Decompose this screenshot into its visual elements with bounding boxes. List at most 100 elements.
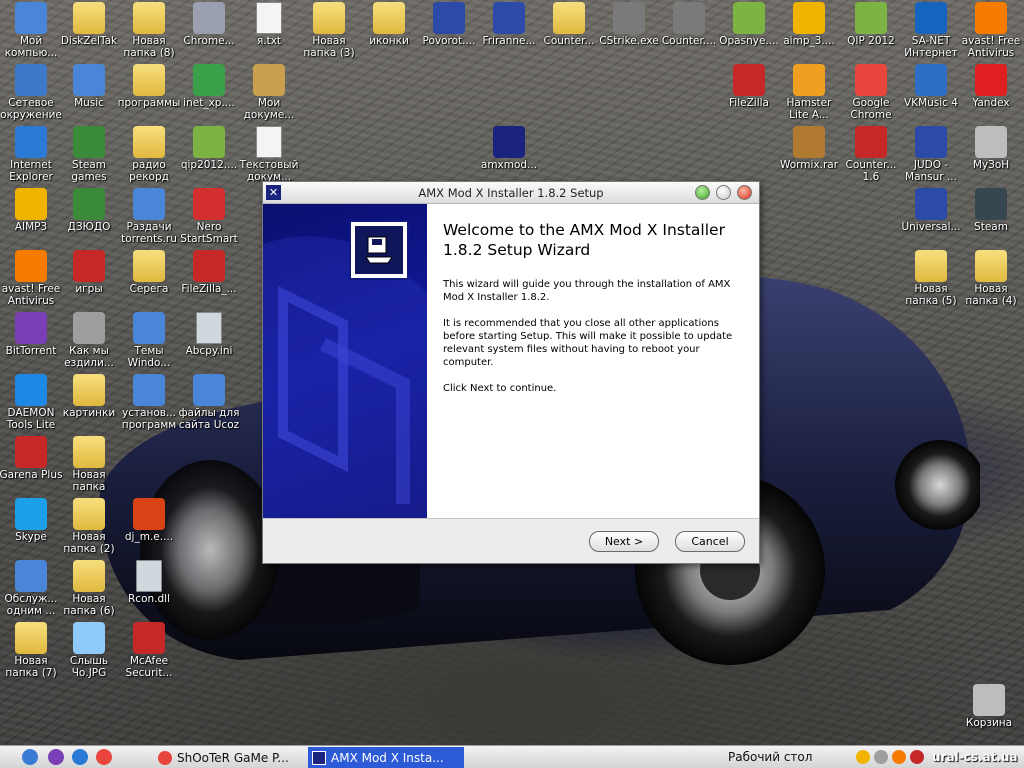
- desktop-icon[interactable]: Chrome...: [178, 2, 240, 64]
- close-button[interactable]: [737, 185, 752, 200]
- desktop-icon[interactable]: Текстовый докум...: [238, 126, 300, 188]
- desktop-icon[interactable]: иконки: [358, 2, 420, 64]
- desktop-icon-label: AIMP3: [14, 221, 48, 233]
- desktop-toolbar-label[interactable]: Рабочий стол: [728, 750, 812, 764]
- desktop-icon-label: ДЗЮДО: [67, 221, 111, 233]
- desktop-icon[interactable]: Steam: [960, 188, 1022, 250]
- desktop-icon[interactable]: файлы для сайта Ucoz: [178, 374, 240, 436]
- desktop-icon[interactable]: Темы Windo...: [118, 312, 180, 374]
- desktop-icon[interactable]: Новая папка (7): [0, 622, 62, 684]
- desktop-icon[interactable]: радио рекорд: [118, 126, 180, 188]
- desktop-icon[interactable]: Nero StartSmart: [178, 188, 240, 250]
- desktop-icon[interactable]: Povorot....: [418, 2, 480, 64]
- desktop-icon[interactable]: QIP 2012: [840, 2, 902, 64]
- desktop-icon[interactable]: Universal...: [900, 188, 962, 250]
- desktop-icon-label: Новая папка (8): [123, 35, 175, 59]
- desktop-icon[interactable]: DAEMON Tools Lite: [0, 374, 62, 436]
- minimize-button[interactable]: [695, 185, 710, 200]
- desktop-icon[interactable]: Новая папка (5): [900, 250, 962, 312]
- start-apple-icon[interactable]: [22, 749, 38, 765]
- desktop-icon[interactable]: Корзина: [958, 684, 1020, 746]
- desktop-icon[interactable]: DiskZelTak: [58, 2, 120, 64]
- desktop-icon-label: Frirannе...: [482, 35, 536, 47]
- task-shooter-game[interactable]: ShOoTeR GaMe P...: [154, 747, 302, 768]
- desktop-icon[interactable]: CStrike.exe: [598, 2, 660, 64]
- desktop-icon[interactable]: Garena Plus: [0, 436, 62, 498]
- desktop-icon[interactable]: VKMusic 4: [900, 64, 962, 126]
- desktop-icon[interactable]: Steam games: [58, 126, 120, 188]
- desktop-icon[interactable]: Skype: [0, 498, 62, 560]
- tray-avast-icon[interactable]: [892, 750, 906, 764]
- desktop-icon[interactable]: установ... программ: [118, 374, 180, 436]
- desktop-icon[interactable]: BitTorrent: [0, 312, 62, 374]
- desktop-icon[interactable]: Новая папка (2): [58, 498, 120, 560]
- desktop-icon[interactable]: qip2012....: [178, 126, 240, 188]
- desktop-icon[interactable]: Новая папка (3): [298, 2, 360, 64]
- network-icon: [15, 64, 47, 96]
- desktop-icon[interactable]: игры: [58, 250, 120, 312]
- torrent-site-icon: [133, 188, 165, 220]
- tray-users-icon[interactable]: [856, 750, 870, 764]
- desktop-icon[interactable]: Google Chrome: [840, 64, 902, 126]
- desktop-icon[interactable]: FileZilla_...: [178, 250, 240, 312]
- desktop-icon[interactable]: FileZilla: [718, 64, 780, 126]
- desktop-icon[interactable]: Yandex: [960, 64, 1022, 126]
- desktop-icon[interactable]: inet_xp....: [178, 64, 240, 126]
- desktop-icon[interactable]: Обслуж... одним ...: [0, 560, 62, 622]
- mkv-video-icon: [733, 2, 765, 34]
- desktop-icon[interactable]: Мой компью...: [0, 2, 62, 64]
- desktop-icon[interactable]: Hamster Lite A...: [778, 64, 840, 126]
- desktop-icon[interactable]: Frirannе...: [478, 2, 540, 64]
- counter-strike-icon: [673, 2, 705, 34]
- desktop-icon[interactable]: Counter....: [658, 2, 720, 64]
- desktop-icon[interactable]: Слышь Чо.JPG: [58, 622, 120, 684]
- desktop-icon[interactable]: Opasnye....: [718, 2, 780, 64]
- desktop-icon[interactable]: amxmod...: [478, 126, 540, 188]
- desktop-icon[interactable]: aimp_3....: [778, 2, 840, 64]
- desktop-icon[interactable]: я.txt: [238, 2, 300, 64]
- quicklaunch-browser-icon[interactable]: [72, 749, 88, 765]
- amx-task-icon: [312, 750, 326, 765]
- desktop-icon[interactable]: Wormix.rar: [778, 126, 840, 188]
- desktop-icon[interactable]: Music: [58, 64, 120, 126]
- next-button[interactable]: Next >: [589, 531, 659, 552]
- maximize-button[interactable]: [716, 185, 731, 200]
- quicklaunch-bittorrent-icon[interactable]: [48, 749, 64, 765]
- desktop-icon[interactable]: Counter... 1.6: [840, 126, 902, 188]
- desktop-icon[interactable]: Серега: [118, 250, 180, 312]
- continue-paragraph: Click Next to continue.: [443, 383, 557, 394]
- desktop-icon-label: Counter...: [543, 35, 595, 47]
- desktop-icon[interactable]: dj_m.e....: [118, 498, 180, 560]
- desktop-icon[interactable]: Новая папка: [58, 436, 120, 498]
- desktop-icon[interactable]: Abcpy.ini: [178, 312, 240, 374]
- desktop-icon[interactable]: Новая папка (8): [118, 2, 180, 64]
- tray-app-icon[interactable]: [910, 750, 924, 764]
- desktop-icon[interactable]: avast! Free Antivirus: [960, 2, 1022, 64]
- desktop-icon-label: avast! Free Antivirus: [1, 283, 61, 307]
- desktop-icon[interactable]: McAfee Securit...: [118, 622, 180, 684]
- desktop-icon[interactable]: Сетевое окружение: [0, 64, 62, 126]
- tray-volume-icon[interactable]: [874, 750, 888, 764]
- quicklaunch-app-icon[interactable]: [96, 749, 112, 765]
- desktop-icon[interactable]: Новая папка (4): [960, 250, 1022, 312]
- desktop-icon[interactable]: JUDO -Mansur ...: [900, 126, 962, 188]
- desktop-icon[interactable]: Rcon.dll: [118, 560, 180, 622]
- desktop-icon[interactable]: AIMP3: [0, 188, 62, 250]
- internet-explorer-icon: [15, 126, 47, 158]
- desktop-icon[interactable]: Counter...: [538, 2, 600, 64]
- desktop-icon[interactable]: Как мы ездили...: [58, 312, 120, 374]
- desktop-icon[interactable]: Internet Explorer: [0, 126, 62, 188]
- task-amx-installer[interactable]: AMX Mod X Insta...: [308, 747, 464, 768]
- desktop-icon[interactable]: ДЗЮДО: [58, 188, 120, 250]
- desktop-icon[interactable]: программы: [118, 64, 180, 126]
- desktop-icon-label: я.txt: [256, 35, 282, 47]
- desktop-icon[interactable]: МуЗоН: [960, 126, 1022, 188]
- desktop-icon[interactable]: картинки: [58, 374, 120, 436]
- desktop-icon[interactable]: avast! Free Antivirus: [0, 250, 62, 312]
- desktop-icon[interactable]: Раздачи torrents.ru: [118, 188, 180, 250]
- dialog-titlebar[interactable]: ✕ AMX Mod X Installer 1.8.2 Setup: [263, 182, 759, 204]
- desktop-icon[interactable]: Мои докуме...: [238, 64, 300, 126]
- cancel-button[interactable]: Cancel: [675, 531, 745, 552]
- desktop-icon[interactable]: SA-NET Интернет: [900, 2, 962, 64]
- desktop-icon[interactable]: Новая папка (6): [58, 560, 120, 622]
